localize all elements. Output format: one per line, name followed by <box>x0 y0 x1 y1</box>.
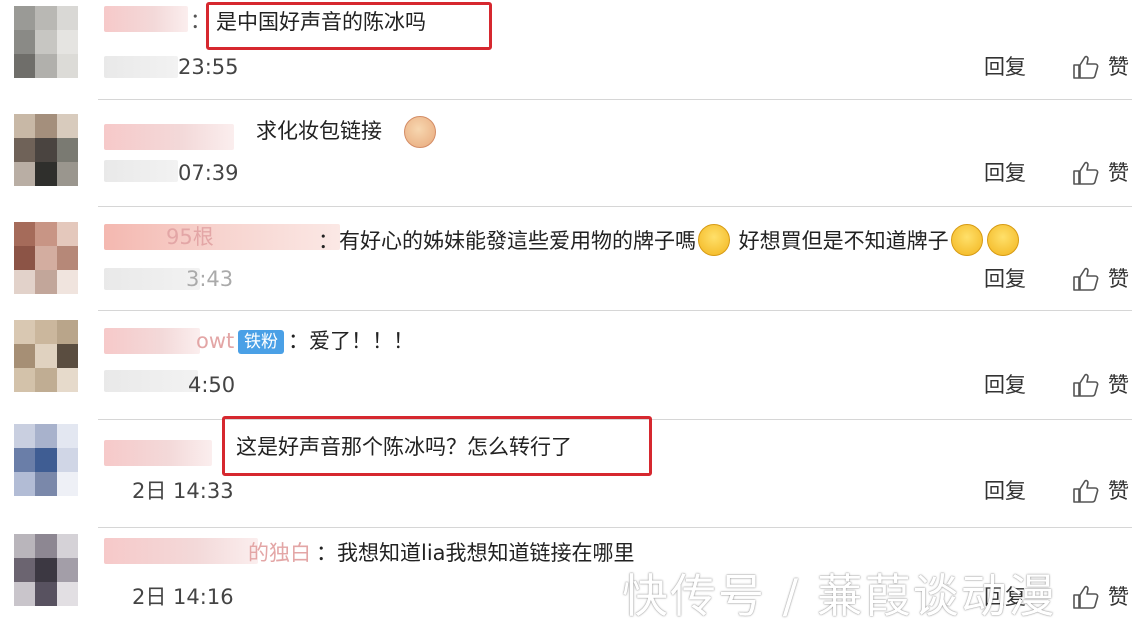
crying-emoji-icon <box>950 224 983 256</box>
comment-item: owt 铁粉 ：爱了！！！ 4:50 回复 赞 <box>0 312 1132 420</box>
comment-text: 铁粉 ：爱了！！！ <box>234 328 414 355</box>
timestamp: 4:50 <box>188 373 236 397</box>
like-label: 赞 <box>1108 373 1129 397</box>
comment-item: ： 是中国好声音的陈冰吗 23:55 回复 赞 <box>0 0 1132 106</box>
like-button[interactable]: 赞 <box>1072 54 1129 80</box>
username-suffix: 95根 <box>166 225 214 249</box>
comment-text: 求化妆包链接 <box>256 119 382 143</box>
username-suffix: 的独白 <box>248 541 311 565</box>
reply-button[interactable]: 回复 <box>984 584 1026 610</box>
reply-button[interactable]: 回复 <box>984 372 1026 398</box>
username[interactable] <box>104 224 340 250</box>
fan-badge[interactable]: 铁粉 <box>238 330 284 354</box>
like-button[interactable]: 赞 <box>1072 372 1129 398</box>
comment-item: 的独白 ：我想知道lia我想知道链接在哪里 2日 14:16 回复 赞 <box>0 528 1132 617</box>
comment-text: ：有好心的姊妹能發這些爱用物的牌子嗎 好想買但是不知道牌子 <box>318 224 1021 258</box>
timestamp: 3:43 <box>186 267 234 291</box>
comment-text-part: 好想買但是不知道牌子 <box>732 229 949 253</box>
comment-item: 95根 ：有好心的姊妹能發這些爱用物的牌子嗎 好想買但是不知道牌子 3:43 回… <box>0 206 1132 312</box>
timestamp: 07:39 <box>178 161 239 185</box>
avatar[interactable] <box>14 114 78 186</box>
crying-emoji-icon <box>986 224 1019 256</box>
highlight-box <box>222 416 652 476</box>
timestamp: 2日 14:16 <box>132 585 234 609</box>
emoji-icon <box>404 116 436 148</box>
timestamp-date <box>104 370 198 392</box>
comment-item: 求化妆包链接 07:39 回复 赞 <box>0 100 1132 207</box>
comment-text-part: ：爱了！！！ <box>288 329 414 353</box>
comment-item: 这是好声音那个陈冰吗？怎么转行了 2日 14:33 回复 赞 <box>0 416 1132 528</box>
username[interactable] <box>104 440 212 466</box>
reply-button[interactable]: 回复 <box>984 54 1026 80</box>
reply-button[interactable]: 回复 <box>984 266 1026 292</box>
like-button[interactable]: 赞 <box>1072 266 1129 292</box>
thumbs-up-icon <box>1073 55 1099 79</box>
avatar[interactable] <box>14 6 78 78</box>
thumbs-up-icon <box>1073 585 1099 609</box>
comment-text-part: ：有好心的姊妹能發這些爱用物的牌子嗎 <box>318 229 696 253</box>
timestamp-date <box>104 160 178 182</box>
reply-button[interactable]: 回复 <box>984 160 1026 186</box>
like-button[interactable]: 赞 <box>1072 160 1129 186</box>
avatar[interactable] <box>14 534 78 606</box>
avatar[interactable] <box>14 320 78 392</box>
username[interactable] <box>104 124 234 150</box>
divider <box>98 310 1132 311</box>
username[interactable] <box>104 6 188 32</box>
like-label: 赞 <box>1108 585 1129 609</box>
laughing-emoji-icon <box>698 224 730 256</box>
avatar[interactable] <box>14 222 78 294</box>
thumbs-up-icon <box>1073 479 1099 503</box>
like-label: 赞 <box>1108 55 1129 79</box>
highlight-box <box>206 2 492 50</box>
username-suffix: owt <box>196 329 235 353</box>
thumbs-up-icon <box>1073 373 1099 397</box>
timestamp: 2日 14:33 <box>132 479 234 503</box>
like-button[interactable]: 赞 <box>1072 478 1129 504</box>
thumbs-up-icon <box>1073 267 1099 291</box>
like-button[interactable]: 赞 <box>1072 584 1129 610</box>
like-label: 赞 <box>1108 161 1129 185</box>
reply-button[interactable]: 回复 <box>984 478 1026 504</box>
timestamp-date <box>104 56 178 78</box>
thumbs-up-icon <box>1073 161 1099 185</box>
username[interactable] <box>104 538 258 564</box>
like-label: 赞 <box>1108 479 1129 503</box>
avatar[interactable] <box>14 424 78 496</box>
like-label: 赞 <box>1108 267 1129 291</box>
timestamp: 23:55 <box>178 55 239 79</box>
username[interactable] <box>104 328 200 354</box>
comment-text: ：我想知道lia我想知道链接在哪里 <box>316 541 635 565</box>
